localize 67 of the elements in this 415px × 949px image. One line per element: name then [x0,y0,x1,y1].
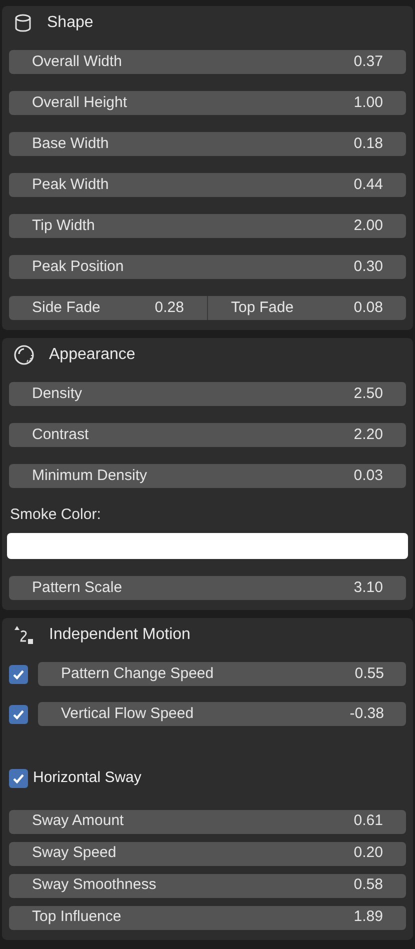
checkbox[interactable] [9,768,28,788]
number-field[interactable]: Pattern Change Speed 0.55 [38,662,406,686]
field-value: 0.20 [354,843,383,864]
field-label: Vertical Flow Speed [61,704,194,724]
field-label: Sway Speed [32,843,116,864]
field-value: 0.03 [354,466,383,486]
number-field[interactable]: Overall Height 1.00 [9,91,406,115]
color-swatch[interactable] [7,533,408,559]
field-label: Sway Smoothness [32,875,156,896]
field-value: 0.55 [354,664,384,684]
field-label: Top Influence [32,907,122,928]
field-value: 0.30 [354,256,383,277]
number-field[interactable]: Sway Amount 0.61 [9,810,406,834]
motion-icon [13,624,35,646]
field-label: Contrast [32,424,89,445]
field-label: Side Fade [32,298,100,318]
color-label: Smoke Color: [9,506,102,524]
field-label: Density [32,384,82,404]
number-field[interactable]: Sway Speed 0.20 [9,842,406,866]
field-value: 1.89 [354,907,383,928]
panel-title[interactable]: Shape [47,11,94,35]
checkbox[interactable] [9,664,28,684]
number-field[interactable]: Peak Width 0.44 [9,173,406,197]
field-value: 0.44 [354,174,383,195]
field-label: Minimum Density [32,466,148,486]
field-value: 0.08 [354,298,383,318]
field-value: 0.28 [154,298,184,318]
field-label: Tip Width [32,216,95,236]
field-label: Base Width [32,134,109,154]
field-value: 0.18 [354,134,383,154]
panel-title[interactable]: Independent Motion [49,623,190,647]
check-icon [12,772,25,785]
field-label: Overall Width [32,52,122,72]
cylinder-icon [13,13,33,33]
field-value: 2.00 [354,216,383,236]
field-label: Peak Width [32,174,109,195]
number-field[interactable]: Base Width 0.18 [9,132,406,156]
field-label: Pattern Change Speed [61,664,214,684]
field-value: 0.61 [354,811,383,832]
number-field[interactable]: Minimum Density 0.03 [9,464,406,488]
field-value: 3.10 [354,578,383,598]
panel-title[interactable]: Appearance [49,343,136,367]
checkbox-label: Horizontal Sway [33,768,142,788]
field-value: 2.20 [354,424,383,445]
check-icon [12,708,25,720]
number-field[interactable]: Density 2.50 [9,382,406,406]
check-icon [12,668,25,680]
number-field[interactable]: Pattern Scale 3.10 [9,576,406,600]
checkbox[interactable] [9,704,28,724]
field-value: 0.37 [354,52,383,72]
number-field[interactable]: Sway Smoothness 0.58 [9,874,406,898]
field-label: Overall Height [32,92,128,113]
sphere-icon [13,344,35,366]
field-label: Pattern Scale [32,578,122,598]
field-label: Peak Position [32,256,124,277]
field-value: 0.58 [354,875,383,896]
number-field[interactable]: Vertical Flow Speed -0.38 [38,702,406,726]
number-field[interactable]: Contrast 2.20 [9,423,406,447]
field-label: Sway Amount [32,811,124,832]
field-label: Top Fade [231,298,294,318]
field-value: 1.00 [354,92,383,113]
number-field[interactable]: Peak Position 0.30 [9,255,406,279]
number-field[interactable]: Overall Width 0.37 [9,50,406,74]
field-value: -0.38 [350,704,384,724]
number-field[interactable]: Top Influence 1.89 [9,906,406,930]
field-value: 2.50 [354,384,383,404]
number-field[interactable]: Tip Width 2.00 [9,214,406,238]
